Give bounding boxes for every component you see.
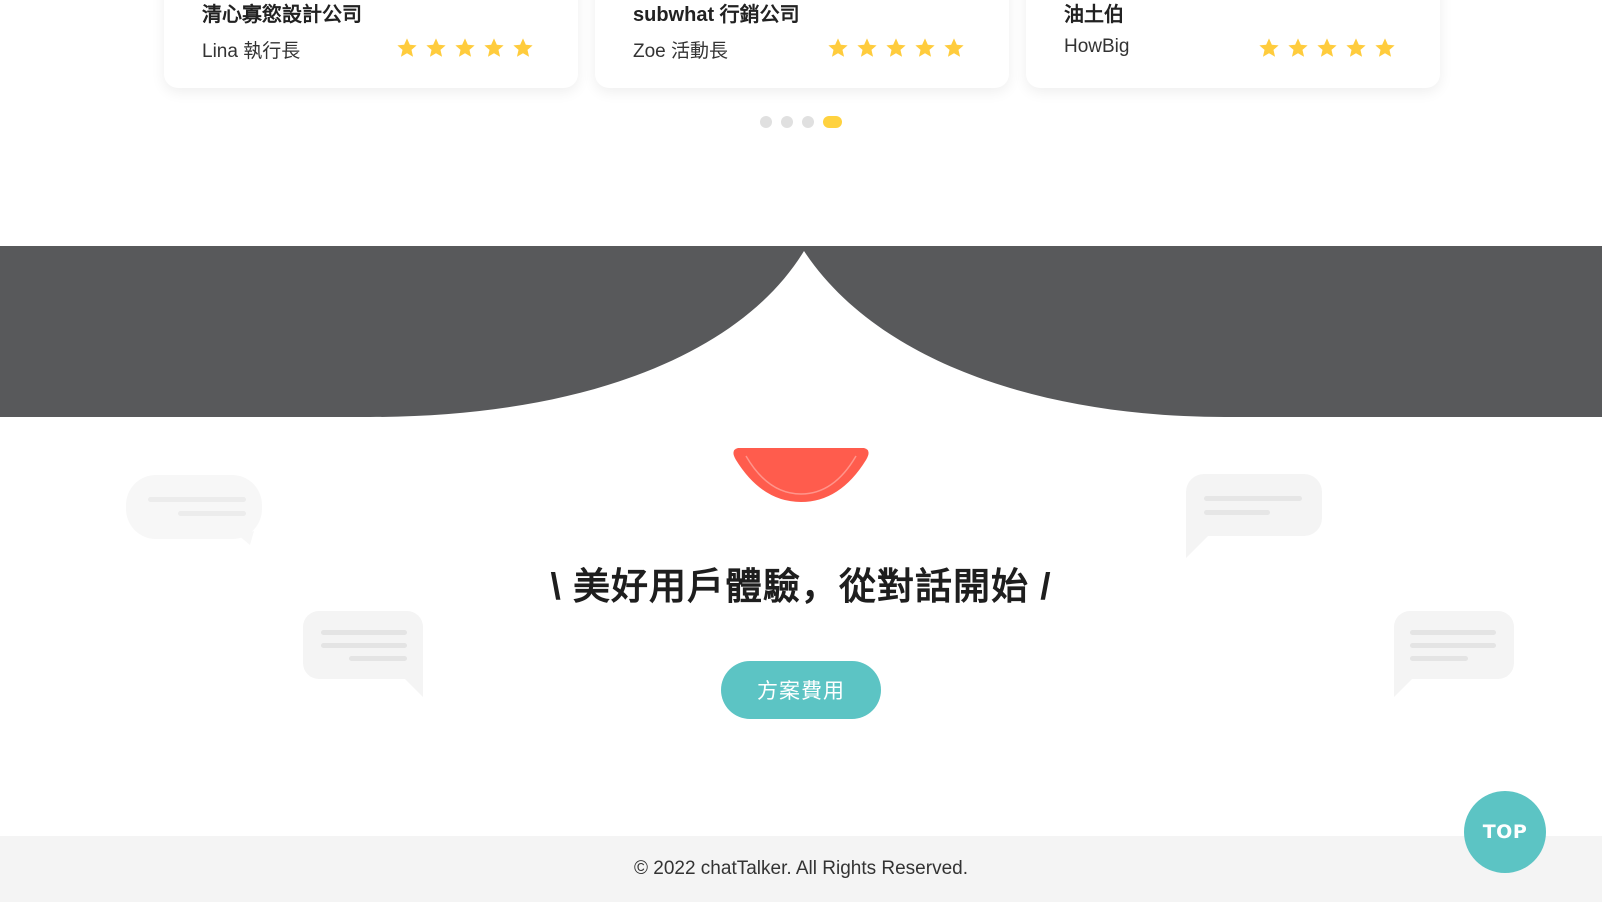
back-to-top-button[interactable]: TOP <box>1464 791 1546 873</box>
band-shape <box>0 246 1602 417</box>
star-icon <box>915 38 935 57</box>
star-icon <box>828 38 848 57</box>
testimonial-card: 油土伯 HowBig <box>1026 0 1440 88</box>
star-icon <box>484 38 504 57</box>
chat-bubble-icon <box>303 611 423 697</box>
carousel-dot[interactable] <box>781 116 793 128</box>
star-icon <box>455 38 475 57</box>
testimonial-person: HowBig <box>1064 36 1130 57</box>
carousel-dot[interactable] <box>802 116 814 128</box>
chat-bubble-icon <box>1186 474 1322 558</box>
testimonial-company: subwhat 行銷公司 <box>633 4 800 26</box>
testimonial-person: Zoe 活動長 <box>633 41 729 62</box>
rating-stars <box>827 37 965 59</box>
star-icon <box>1317 38 1337 57</box>
footer: © 2022 chatTalker. All Rights Reserved. <box>0 836 1602 902</box>
rating-stars <box>396 37 534 59</box>
decorative-hair-band <box>0 246 1602 417</box>
star-icon <box>1375 38 1395 57</box>
star-icon <box>1288 38 1308 57</box>
star-icon <box>1259 38 1279 57</box>
carousel-pagination <box>760 116 842 128</box>
testimonial-card: subwhat 行銷公司 Zoe 活動長 <box>595 0 1009 88</box>
testimonial-card: 清心寡慾設計公司 Lina 執行長 <box>164 0 578 88</box>
chat-bubble-icon <box>126 475 262 545</box>
rating-stars <box>1258 37 1396 59</box>
star-icon <box>857 38 877 57</box>
cta-headline: \ 美好用戶體驗，從對話開始 / <box>550 566 1052 607</box>
star-icon <box>886 38 906 57</box>
carousel-dot[interactable] <box>760 116 772 128</box>
testimonial-company: 油土伯 <box>1064 4 1124 26</box>
star-icon <box>513 38 533 57</box>
smile-mouth-icon <box>733 448 869 502</box>
copyright-text: © 2022 chatTalker. All Rights Reserved. <box>633 858 968 879</box>
pricing-button[interactable]: 方案費用 <box>721 661 881 719</box>
testimonial-company: 清心寡慾設計公司 <box>202 4 362 26</box>
star-icon <box>397 38 417 57</box>
chat-bubble-icon <box>1394 611 1514 697</box>
star-icon <box>426 38 446 57</box>
testimonial-person: Lina 執行長 <box>202 41 301 62</box>
star-icon <box>944 38 964 57</box>
carousel-dot[interactable] <box>823 116 842 128</box>
star-icon <box>1346 38 1366 57</box>
